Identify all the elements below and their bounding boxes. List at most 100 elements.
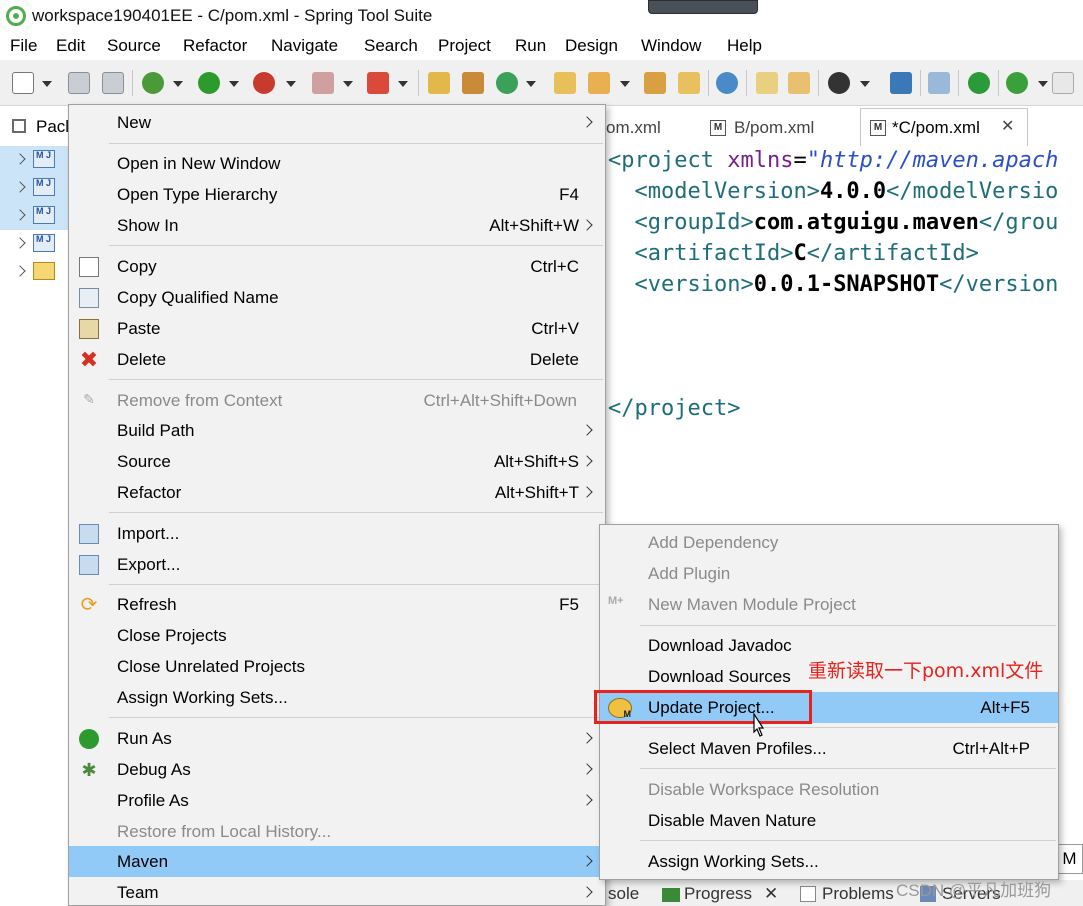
web-browser-icon[interactable]: [716, 72, 738, 94]
minimized-view-tab[interactable]: M: [1056, 844, 1083, 874]
menu-help[interactable]: Help: [727, 36, 762, 56]
menu-separator: [640, 727, 1056, 728]
open-task-icon[interactable]: [644, 72, 666, 94]
menu-edit[interactable]: Edit: [56, 36, 85, 56]
profile-dropdown-icon[interactable]: [860, 81, 870, 87]
menu-design[interactable]: Design: [565, 36, 618, 56]
menu-item-import[interactable]: Import...: [69, 518, 605, 549]
search-icon[interactable]: [588, 72, 610, 94]
menu-item-paste[interactable]: Paste Ctrl+V: [69, 313, 605, 344]
debug-dropdown-icon[interactable]: [173, 81, 183, 87]
menu-item-open-type-hierarchy[interactable]: Open Type Hierarchy F4: [69, 179, 605, 210]
tab-c-pom[interactable]: *C/pom.xml: [892, 118, 980, 138]
new-java-project-icon[interactable]: [428, 72, 450, 94]
run-external-icon[interactable]: [253, 72, 275, 94]
menu-search[interactable]: Search: [364, 36, 418, 56]
tree-item-project-b[interactable]: M J: [0, 174, 70, 202]
deploy-icon[interactable]: [367, 72, 389, 94]
menu-file[interactable]: File: [10, 36, 37, 56]
menu-item-team[interactable]: Team: [69, 877, 605, 906]
tab-console[interactable]: sole: [608, 884, 639, 904]
stop-dropdown-icon[interactable]: [343, 81, 353, 87]
paste-icon: [79, 319, 99, 339]
menu-run[interactable]: Run: [515, 36, 546, 56]
menu-item-open-in-new-window[interactable]: Open in New Window: [69, 148, 605, 179]
new-file-icon[interactable]: [12, 72, 34, 94]
code-line-5: <version>0.0.1-SNAPSHOT</version: [634, 272, 1059, 297]
deploy-dropdown-icon[interactable]: [398, 81, 408, 87]
run-icon[interactable]: [198, 72, 220, 94]
tree-item-project-a[interactable]: M J: [0, 146, 70, 174]
menu-separator: [109, 143, 603, 144]
stop-icon[interactable]: [312, 72, 334, 94]
close-tab-icon[interactable]: ✕: [764, 884, 778, 904]
menu-separator: [640, 768, 1056, 769]
menu-window[interactable]: Window: [641, 36, 701, 56]
spring-dropdown-icon[interactable]: [1038, 81, 1048, 87]
menu-item-refactor[interactable]: Refactor Alt+Shift+T: [69, 477, 605, 508]
expand-arrow-icon[interactable]: [14, 209, 26, 221]
expand-arrow-icon[interactable]: [14, 153, 26, 165]
run-dropdown-icon[interactable]: [229, 81, 239, 87]
folder-icon: [33, 262, 55, 280]
menu-item-close-unrelated-projects[interactable]: Close Unrelated Projects: [69, 651, 605, 682]
annotate-icon[interactable]: [788, 72, 810, 94]
tree-item-project-c[interactable]: M J: [0, 202, 70, 230]
new-class-icon[interactable]: [496, 72, 518, 94]
tab-a-pom[interactable]: om.xml: [606, 118, 661, 138]
close-tab-icon[interactable]: ✕: [1001, 116, 1014, 136]
submenu-item-select-maven-profiles[interactable]: Select Maven Profiles... Ctrl+Alt+P: [600, 733, 1058, 764]
pin-icon[interactable]: [928, 72, 950, 94]
spring-boot-dashboard-icon[interactable]: [1006, 72, 1028, 94]
menu-source[interactable]: Source: [107, 36, 161, 56]
external-dropdown-icon[interactable]: [286, 81, 296, 87]
menu-item-delete[interactable]: ✖ Delete Delete: [69, 344, 605, 375]
menu-item-show-in[interactable]: Show In Alt+Shift+W: [69, 210, 605, 241]
console-icon[interactable]: [890, 72, 912, 94]
expand-arrow-icon[interactable]: [14, 237, 26, 249]
open-type-icon[interactable]: [554, 72, 576, 94]
menu-refactor[interactable]: Refactor: [183, 36, 247, 56]
menu-item-run-as[interactable]: Run As: [69, 723, 605, 754]
menu-item-export[interactable]: Export...: [69, 549, 605, 580]
code-line-4: <artifactId>C</artifactId>: [634, 241, 979, 266]
menu-item-copy[interactable]: Copy Ctrl+C: [69, 251, 605, 282]
menu-item-remove-from-context: ✎ Remove from Context Ctrl+Alt+Shift+Down: [69, 385, 605, 416]
menu-item-refresh[interactable]: ⟳ Refresh F5: [69, 589, 605, 620]
hierarchy-icon[interactable]: [756, 72, 778, 94]
menu-navigate[interactable]: Navigate: [271, 36, 338, 56]
save-all-icon[interactable]: [102, 72, 124, 94]
search-dropdown-icon[interactable]: [620, 81, 630, 87]
new-dropdown-icon[interactable]: [42, 81, 52, 87]
tree-item-project-h[interactable]: M J: [0, 230, 70, 258]
tab-problems[interactable]: Problems: [822, 884, 894, 904]
new-package-icon[interactable]: [462, 72, 484, 94]
menu-item-source[interactable]: Source Alt+Shift+S: [69, 446, 605, 477]
navigate-back-icon[interactable]: [1052, 72, 1074, 94]
menu-item-copy-qualified-name[interactable]: Copy Qualified Name: [69, 282, 605, 313]
submenu-item-disable-maven-nature[interactable]: Disable Maven Nature: [600, 805, 1058, 836]
tab-b-pom[interactable]: B/pom.xml: [734, 118, 814, 138]
tree-item-servers[interactable]: [0, 258, 70, 286]
submenu-arrow-icon: [581, 455, 593, 467]
problems-icon: [800, 886, 816, 902]
menu-project[interactable]: Project: [438, 36, 491, 56]
menu-item-debug-as[interactable]: ✱ Debug As: [69, 754, 605, 785]
menu-item-close-projects[interactable]: Close Projects: [69, 620, 605, 651]
expand-arrow-icon[interactable]: [14, 265, 26, 277]
start-server-icon[interactable]: [968, 72, 990, 94]
menu-item-build-path[interactable]: Build Path: [69, 415, 605, 446]
profile-icon[interactable]: [828, 72, 850, 94]
debug-icon[interactable]: [142, 72, 164, 94]
save-icon[interactable]: [68, 72, 90, 94]
new-class-dropdown-icon[interactable]: [526, 81, 536, 87]
expand-arrow-icon[interactable]: [14, 181, 26, 193]
open-folder-icon[interactable]: [678, 72, 700, 94]
menu-item-profile-as[interactable]: Profile As: [69, 785, 605, 816]
annotation-highlight-box: [594, 690, 812, 724]
menu-item-maven[interactable]: Maven: [69, 846, 605, 877]
tab-progress[interactable]: Progress: [684, 884, 752, 904]
menu-item-assign-working-sets[interactable]: Assign Working Sets...: [69, 682, 605, 713]
menu-item-new[interactable]: New: [69, 107, 605, 138]
submenu-item-assign-working-sets[interactable]: Assign Working Sets...: [600, 846, 1058, 877]
